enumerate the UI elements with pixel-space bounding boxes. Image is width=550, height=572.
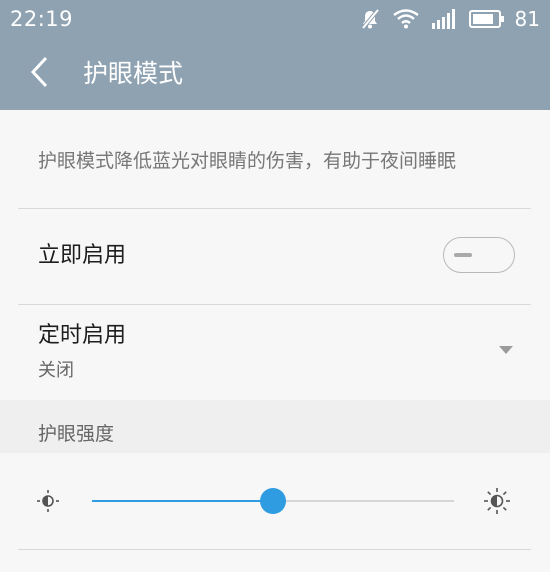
enable-now-label: 立即启用 bbox=[38, 243, 127, 268]
status-bar: 22:19 81 bbox=[0, 0, 550, 38]
battery-level: 81 bbox=[514, 7, 540, 31]
page-title: 护眼模式 bbox=[83, 59, 184, 88]
status-icons: 81 bbox=[359, 6, 540, 32]
divider bbox=[18, 304, 531, 305]
enable-now-toggle[interactable] bbox=[443, 237, 515, 273]
description-text: 护眼模式降低蓝光对眼睛的伤害，有助于夜间睡眠 bbox=[38, 150, 457, 172]
low-brightness-icon bbox=[34, 487, 62, 515]
divider bbox=[18, 549, 531, 550]
high-brightness-icon bbox=[482, 486, 512, 516]
scheduled-label: 定时启用 bbox=[38, 323, 127, 348]
scheduled-value: 关闭 bbox=[38, 360, 74, 381]
divider bbox=[18, 208, 531, 209]
slider-thumb[interactable] bbox=[260, 488, 286, 514]
dropdown-arrow-icon[interactable] bbox=[499, 346, 513, 354]
signal-icon bbox=[431, 9, 457, 29]
slider-fill bbox=[92, 500, 273, 502]
header: 22:19 81 护眼模式 bbox=[0, 0, 550, 110]
wifi-icon bbox=[392, 9, 419, 29]
intensity-section-title: 护眼强度 bbox=[38, 423, 115, 445]
toggle-knob bbox=[454, 253, 472, 257]
intensity-slider[interactable] bbox=[92, 488, 454, 514]
back-button[interactable] bbox=[22, 56, 58, 92]
notifications-muted-icon bbox=[359, 8, 381, 30]
back-arrow-icon bbox=[30, 56, 50, 92]
app-bar: 护眼模式 bbox=[0, 38, 550, 110]
battery-icon bbox=[468, 9, 505, 29]
status-time: 22:19 bbox=[10, 7, 74, 31]
